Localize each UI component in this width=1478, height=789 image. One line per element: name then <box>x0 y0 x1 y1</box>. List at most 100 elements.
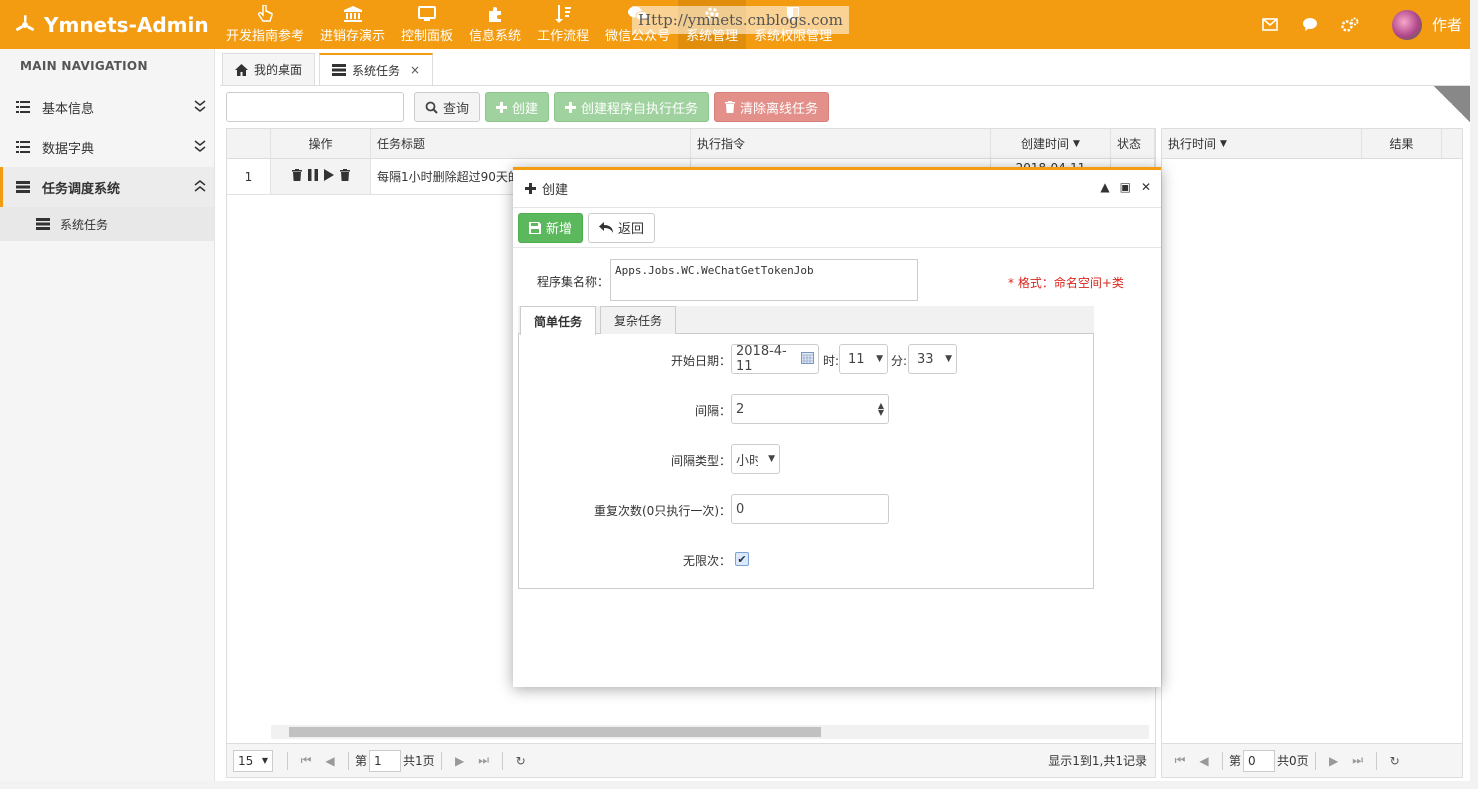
play-icon[interactable] <box>323 169 334 184</box>
first-page-icon[interactable]: ⏮ <box>294 753 318 768</box>
user-name[interactable]: 作者 <box>1432 14 1462 35</box>
sidebar: MAIN NAVIGATION 基本信息 数据字典 任务调度系统 系统任务 <box>0 49 215 789</box>
calendar-icon[interactable] <box>801 351 814 367</box>
dialog-toolbar: 新增 返回 <box>513 208 1161 248</box>
save-icon <box>529 221 541 234</box>
envelope-icon[interactable] <box>1250 18 1290 31</box>
tab-simple-task[interactable]: 简单任务 <box>520 306 597 335</box>
top-bar: Ymnets-Admin 开发指南参考 进销存演示 控制面板 信息系统 工作流程… <box>0 0 1470 49</box>
column-header-result[interactable]: 结果 <box>1362 129 1442 158</box>
dialog-titlebar[interactable]: 创建 ▲ ▣ ✕ <box>513 170 1161 208</box>
monitor-icon <box>418 5 437 23</box>
trash-icon[interactable] <box>291 169 302 184</box>
trash-icon[interactable] <box>339 169 350 184</box>
pager-info: 显示1到1,共1记录 <box>1048 754 1147 768</box>
query-button[interactable]: 查询 <box>414 92 481 122</box>
close-icon[interactable]: ✕ <box>1141 180 1151 194</box>
interval-value: 2 <box>736 401 745 417</box>
prev-page-icon[interactable]: ◀ <box>318 754 342 768</box>
topnav-item-workflow[interactable]: 工作流程 <box>529 0 597 49</box>
comment-icon[interactable] <box>1290 17 1330 32</box>
sidebar-header: MAIN NAVIGATION <box>20 59 148 73</box>
topnav-item-info-system[interactable]: 信息系统 <box>461 0 529 49</box>
create-auto-task-button[interactable]: 创建程序自执行任务 <box>554 92 710 122</box>
grid-toolbar: 查询 创建 创建程序自执行任务 清除离线任务 <box>226 92 834 122</box>
row-number: 1 <box>227 159 271 194</box>
top-right-tools: 作者 <box>1250 0 1462 49</box>
back-button[interactable]: 返回 <box>588 212 656 243</box>
page-number-input[interactable]: 1 <box>369 749 402 772</box>
hour-select[interactable]: 11 ▼ <box>839 344 888 374</box>
hand-pointer-icon <box>257 5 273 23</box>
column-header-status[interactable]: 状态 <box>1111 129 1155 158</box>
interval-type-select[interactable]: 小时 ▼ <box>731 444 780 474</box>
column-header-command[interactable]: 执行指令 <box>691 129 991 158</box>
double-chevron-down-icon <box>194 99 206 117</box>
next-page-icon[interactable]: ▶ <box>448 754 472 768</box>
watermark-text: Http://ymnets.cnblogs.com <box>632 6 849 34</box>
sidebar-item-task-scheduler[interactable]: 任务调度系统 <box>0 167 214 207</box>
page-size-select[interactable]: 15 ▼ <box>233 749 273 772</box>
scrollbar-thumb[interactable] <box>289 727 821 737</box>
puzzle-icon <box>487 5 503 23</box>
pause-icon[interactable] <box>307 169 318 184</box>
last-page-icon[interactable]: ⏭ <box>1346 753 1370 768</box>
tab-label: 系统任务 <box>352 63 401 78</box>
spinner-arrows-icon[interactable]: ▲ ▼ <box>878 402 884 417</box>
create-button[interactable]: 创建 <box>485 92 550 122</box>
page-total: 共1页 <box>403 754 435 768</box>
horizontal-scrollbar[interactable] <box>271 725 1149 739</box>
start-date-input[interactable]: 2018-4-11 <box>731 344 819 374</box>
cogs-icon[interactable] <box>1330 17 1370 33</box>
search-input[interactable] <box>226 92 404 122</box>
caret-down-icon: ▼ <box>876 354 883 364</box>
plus-icon <box>565 101 577 113</box>
minute-value: 33 <box>917 351 934 367</box>
prev-page-icon[interactable]: ◀ <box>1192 754 1216 768</box>
create-task-dialog: 创建 ▲ ▣ ✕ 新增 返回 程序集名称： Apps.Jobs.WC.WeCha… <box>513 167 1161 687</box>
expand-corner-icon[interactable] <box>1434 86 1470 122</box>
maximize-icon[interactable]: ▣ <box>1120 180 1131 194</box>
tab-system-task[interactable]: 系统任务 × <box>319 53 434 85</box>
topnav-item-inventory[interactable]: 进销存演示 <box>312 0 393 49</box>
unlimited-checkbox[interactable]: ✔ <box>735 552 749 566</box>
assembly-name-textarea[interactable]: Apps.Jobs.WC.WeChatGetTokenJob <box>610 259 918 301</box>
column-header-exec-time[interactable]: 执行时间 ▼ <box>1162 129 1362 158</box>
hour-label: 时: <box>822 354 839 368</box>
refresh-icon[interactable]: ↻ <box>509 754 533 768</box>
page-tabs: 我的桌面 系统任务 × <box>222 53 437 85</box>
column-header-actions: 操作 <box>271 129 371 158</box>
avatar[interactable] <box>1391 9 1422 40</box>
grid-header: 操作 任务标题 执行指令 创建时间 ▼ 状态 <box>227 129 1155 159</box>
reply-icon <box>599 222 614 233</box>
home-icon <box>235 63 248 76</box>
trash-icon <box>725 101 736 113</box>
topnav-item-dev-guide[interactable]: 开发指南参考 <box>218 0 312 49</box>
clear-offline-button[interactable]: 清除离线任务 <box>714 92 830 122</box>
collapse-icon[interactable]: ▲ <box>1100 180 1109 194</box>
page-number-input[interactable]: 0 <box>1243 749 1276 772</box>
first-page-icon[interactable]: ⏮ <box>1168 753 1192 768</box>
sidebar-item-dictionary[interactable]: 数据字典 <box>0 127 214 167</box>
topnav-item-control-panel[interactable]: 控制面板 <box>393 0 461 49</box>
minute-select[interactable]: 33 ▼ <box>908 344 957 374</box>
assembly-label: 程序集名称： <box>536 275 609 289</box>
repeat-count-input[interactable]: 0 <box>731 494 889 524</box>
sidebar-item-label: 任务调度系统 <box>42 181 121 197</box>
next-page-icon[interactable]: ▶ <box>1322 754 1346 768</box>
interval-spinner[interactable]: 2 ▲ ▼ <box>731 394 889 424</box>
tab-desktop[interactable]: 我的桌面 <box>222 53 316 85</box>
save-button[interactable]: 新增 <box>518 212 584 243</box>
interval-type-value: 小时 <box>736 453 758 469</box>
last-page-icon[interactable]: ⏭ <box>472 753 496 768</box>
sidebar-subitem-system-task[interactable]: 系统任务 <box>0 207 214 241</box>
page-prefix: 第 <box>1229 754 1242 768</box>
column-header-created[interactable]: 创建时间 ▼ <box>991 129 1111 158</box>
sidebar-item-basic-info[interactable]: 基本信息 <box>0 87 214 127</box>
column-header-title[interactable]: 任务标题 <box>371 129 691 158</box>
close-icon[interactable]: × <box>410 63 420 77</box>
brand-logo[interactable]: Ymnets-Admin <box>14 10 209 40</box>
double-chevron-down-icon <box>194 139 206 157</box>
refresh-icon[interactable]: ↻ <box>1383 754 1407 768</box>
tab-complex-task[interactable]: 复杂任务 <box>600 306 677 334</box>
